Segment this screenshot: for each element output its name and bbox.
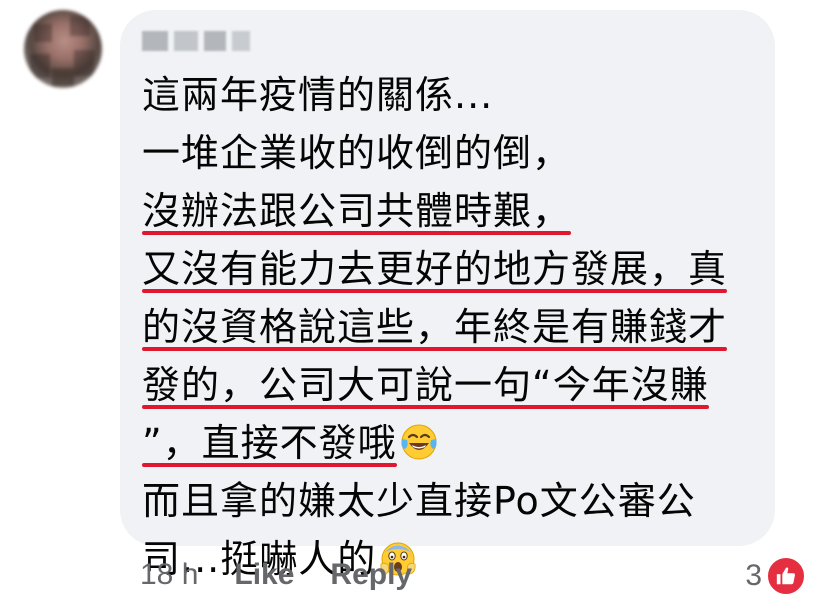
comment-line-underlined: 發的，公司大可說一句“今年沒賺 [142,356,762,414]
comment-line-underlined: 的沒資格說這些，年終是有賺錢才 [142,298,762,356]
comment-line-text: 一堆企業收的收倒的倒， [142,131,572,175]
comment-line: 而且拿的嫌太少直接Po文公審公 [142,472,762,530]
comment-line-underlined: ”，直接不發哦 [142,414,762,472]
avatar[interactable] [24,10,102,88]
reaction-count: 3 [745,559,762,592]
red-underline [142,231,572,235]
comment-line: 一堆企業收的收倒的倒， [142,124,762,182]
red-underline [142,289,728,293]
thumbs-up-icon [766,556,806,596]
reply-button[interactable]: Reply [330,558,412,592]
comment-line-text: 這兩年疫情的關係... [142,73,494,117]
comment-page: 這兩年疫情的關係... 一堆企業收的收倒的倒， 沒辦法跟公司共體時艱， 又沒有能… [0,0,828,599]
comment-line-underlined: 沒辦法跟公司共體時艱， [142,182,762,240]
timestamp[interactable]: 18 h [140,558,198,592]
tears-of-joy-emoji [401,424,437,460]
red-underline [142,463,397,467]
reaction-summary[interactable]: 3 [745,556,806,596]
author-name-blurred[interactable] [142,30,250,52]
comment-text: 這兩年疫情的關係... 一堆企業收的收倒的倒， 沒辦法跟公司共體時艱， 又沒有能… [142,66,762,588]
comment-line: 這兩年疫情的關係... [142,66,762,124]
like-button[interactable]: Like [234,558,294,592]
red-underline [142,347,728,351]
comment-line-text: 而且拿的嫌太少直接Po文公審公 [142,479,696,523]
comment-bubble: 這兩年疫情的關係... 一堆企業收的收倒的倒， 沒辦法跟公司共體時艱， 又沒有能… [120,10,775,581]
red-underline [142,405,709,409]
comment-actions: 18 h Like Reply [140,555,448,595]
comment-line-underlined: 又沒有能力去更好的地方發展，真 [142,240,762,298]
